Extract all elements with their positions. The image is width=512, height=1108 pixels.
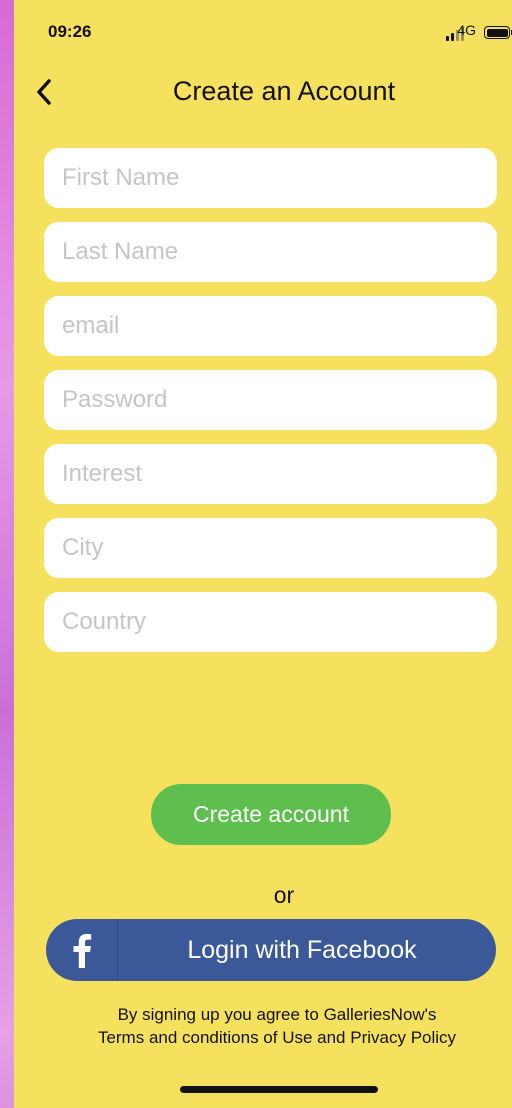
battery-icon — [484, 26, 512, 39]
interest-field[interactable] — [44, 444, 497, 504]
facebook-login-button[interactable]: Login with Facebook — [46, 919, 496, 981]
terms-line-1: By signing up you agree to GalleriesNow'… — [117, 1005, 437, 1024]
facebook-login-label: Login with Facebook — [187, 935, 417, 964]
create-account-button[interactable]: Create account — [151, 784, 391, 845]
page-title: Create an Account — [172, 76, 396, 106]
terms-text: By signing up you agree to GalleriesNow'… — [14, 1003, 512, 1049]
city-field[interactable] — [44, 518, 497, 578]
first-name-field[interactable] — [44, 148, 497, 208]
last-name-field[interactable] — [44, 222, 497, 282]
screen: 09:26 4G Create an Account Create accoun… — [14, 0, 512, 1108]
home-indicator — [180, 1086, 378, 1093]
status-bar: 09:26 4G — [14, 0, 512, 64]
terms-line-2[interactable]: Terms and conditions of Use and Privacy … — [14, 1026, 512, 1049]
facebook-icon — [46, 919, 118, 981]
status-time: 09:26 — [48, 22, 92, 41]
email-field[interactable] — [44, 296, 497, 356]
country-field[interactable] — [44, 592, 497, 652]
network-type: 4G — [457, 22, 476, 38]
or-divider-label: or — [273, 882, 295, 908]
password-field[interactable] — [44, 370, 497, 430]
